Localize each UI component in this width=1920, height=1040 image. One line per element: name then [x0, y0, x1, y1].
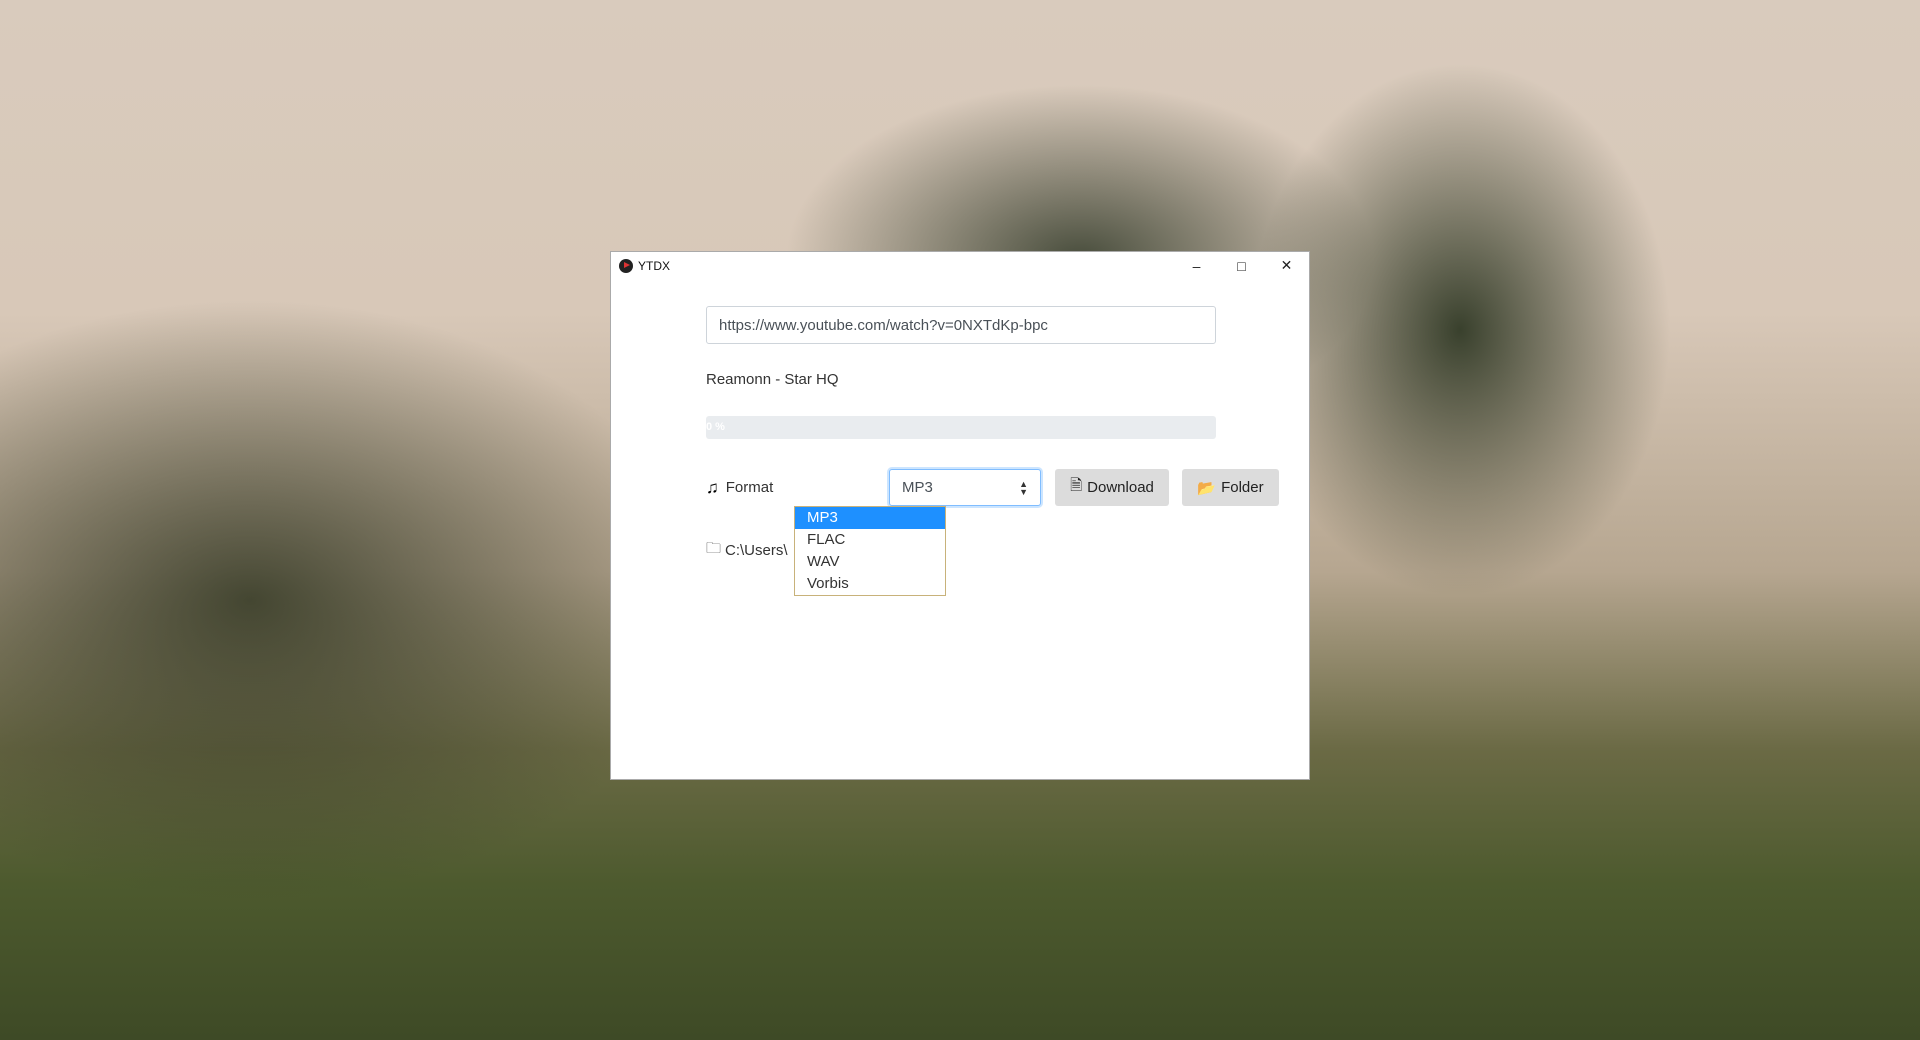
window-title: YTDX	[638, 258, 671, 273]
folder-label: Folder	[1221, 479, 1264, 496]
folder-open-icon: 📂	[1197, 479, 1217, 497]
format-dropdown-list: MP3 FLAC WAV Vorbis	[794, 506, 946, 596]
sort-arrows-icon: ▲ ▼	[1019, 478, 1028, 497]
folder-button[interactable]: 📂 Folder	[1182, 469, 1279, 506]
format-label: Format	[725, 479, 774, 496]
title-bar[interactable]: YTDX – □ ✕	[611, 252, 1309, 279]
close-button[interactable]: ✕	[1264, 252, 1309, 279]
format-option-vorbis[interactable]: Vorbis	[795, 573, 945, 595]
music-note-icon: ♫	[706, 477, 719, 497]
video-title: Reamonn - Star HQ	[706, 371, 839, 388]
progress-bar: 0 %	[706, 416, 1216, 439]
app-logo-icon	[619, 258, 633, 273]
format-select[interactable]: MP3 ▲ ▼	[889, 469, 1041, 506]
path-text: C:\Users\	[725, 542, 788, 559]
progress-label: 0 %	[706, 421, 725, 433]
file-download-icon: 🗎	[1070, 477, 1083, 494]
minimize-button[interactable]: –	[1174, 252, 1219, 279]
format-option-flac[interactable]: FLAC	[795, 529, 945, 551]
download-label: Download	[1087, 479, 1154, 496]
format-selected-value: MP3	[902, 479, 933, 496]
url-input[interactable]	[706, 306, 1216, 344]
output-path: 🗀 C:\Users\	[706, 538, 788, 563]
format-option-wav[interactable]: WAV	[795, 551, 945, 573]
download-button[interactable]: 🗎 Download	[1055, 469, 1169, 506]
format-option-mp3[interactable]: MP3	[795, 507, 945, 529]
maximize-button[interactable]: □	[1219, 252, 1264, 279]
folder-icon: 🗀	[706, 540, 722, 557]
app-window: YTDX – □ ✕ Reamonn - Star HQ 0 % ♫ Forma…	[610, 251, 1310, 780]
